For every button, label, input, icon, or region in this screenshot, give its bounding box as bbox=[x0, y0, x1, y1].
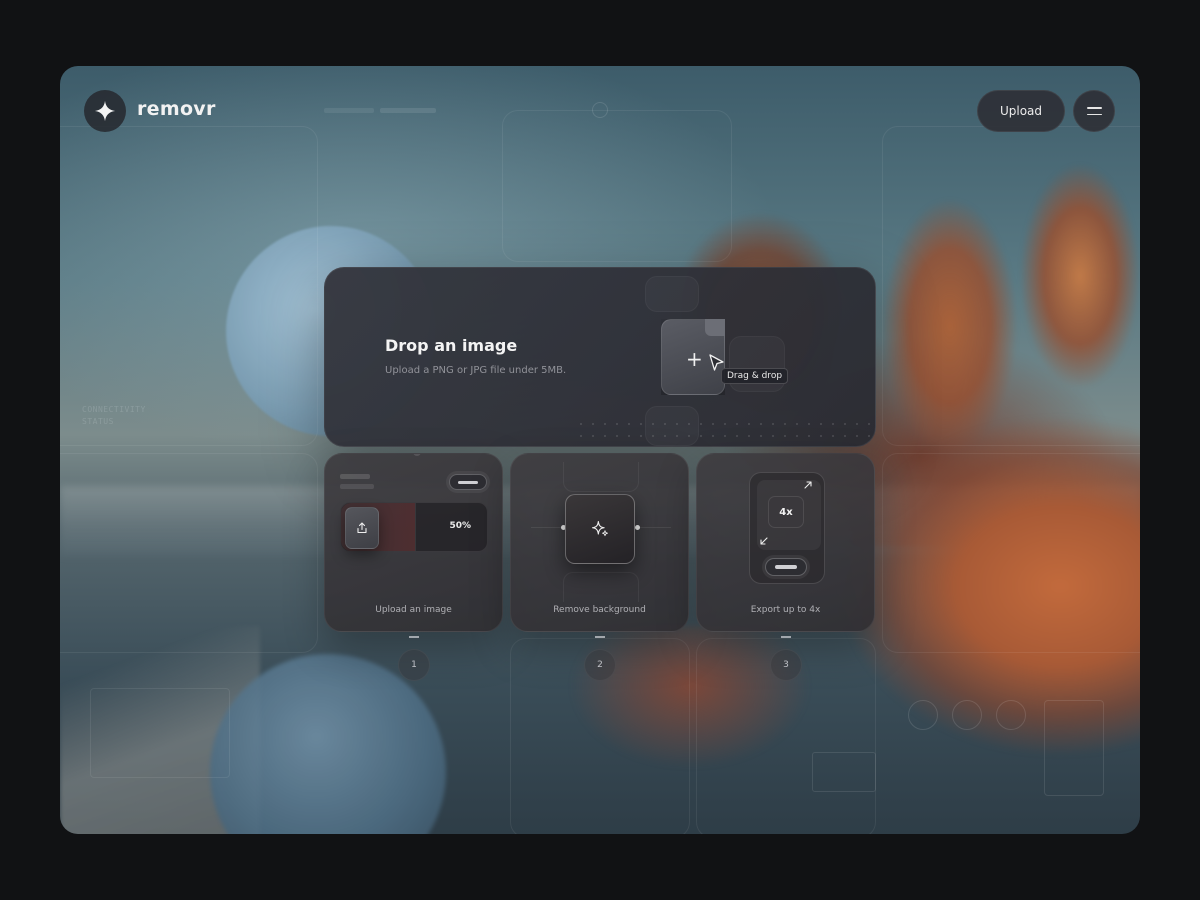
sparkle-icon bbox=[94, 100, 116, 122]
hud-panel bbox=[1044, 700, 1104, 796]
drag-drop-tag: Drag & drop bbox=[721, 368, 789, 384]
export-scale-badge: 4x bbox=[768, 496, 804, 528]
step-label-upload: Upload an image bbox=[375, 605, 452, 615]
step-number-3[interactable]: 3 bbox=[770, 649, 802, 681]
placeholder-bar bbox=[340, 484, 374, 489]
plus-icon: + bbox=[686, 347, 703, 371]
remove-bg-tile[interactable] bbox=[565, 494, 635, 564]
grid-frame bbox=[60, 453, 318, 653]
progress-divider bbox=[415, 503, 416, 551]
hud-status: CONNECTIVITY STATUS bbox=[82, 405, 146, 426]
hud-bar bbox=[324, 108, 374, 113]
step-card-export[interactable]: 4x Export up to 4x bbox=[696, 453, 875, 632]
upload-file-tile[interactable] bbox=[345, 507, 379, 549]
step-label-export: Export up to 4x bbox=[750, 605, 821, 615]
upload-button[interactable]: Upload bbox=[977, 90, 1065, 132]
grid-frame bbox=[882, 453, 1140, 653]
drop-title: Drop an image bbox=[385, 336, 518, 355]
hud-dial bbox=[952, 700, 982, 730]
hud-dial bbox=[908, 700, 938, 730]
step-indicator-dash bbox=[781, 636, 791, 638]
grid-frame bbox=[502, 110, 732, 262]
placeholder-bar bbox=[340, 474, 370, 479]
app-window: CONNECTIVITY STATUS removr Upload Drop a… bbox=[60, 66, 1140, 834]
ghost-tile bbox=[645, 276, 699, 312]
ghost-frame bbox=[563, 572, 639, 602]
hud-circle bbox=[592, 102, 608, 118]
menu-icon bbox=[1086, 107, 1102, 109]
hud-bar bbox=[380, 108, 436, 113]
upload-progress-track: 50% bbox=[340, 502, 488, 552]
logo[interactable] bbox=[84, 90, 126, 132]
handle-dot bbox=[635, 525, 640, 530]
hud-dial bbox=[996, 700, 1026, 730]
step-indicator-dash bbox=[595, 636, 605, 638]
step-number-2[interactable]: 2 bbox=[584, 649, 616, 681]
upload-progress-value: 50% bbox=[449, 521, 471, 531]
menu-button[interactable] bbox=[1073, 90, 1115, 132]
step-number-1[interactable]: 1 bbox=[398, 649, 430, 681]
step-label-remove: Remove background bbox=[553, 605, 646, 615]
grid-frame bbox=[60, 126, 318, 446]
ghost-tile bbox=[645, 406, 699, 446]
ghost-frame bbox=[563, 462, 639, 492]
file-fold bbox=[705, 319, 725, 336]
dot-grid bbox=[575, 418, 875, 446]
toggle-pill[interactable] bbox=[449, 474, 487, 490]
step-indicator-dash bbox=[409, 636, 419, 638]
sparkles-icon bbox=[591, 520, 608, 537]
drop-zone[interactable]: Drop an image Upload a PNG or JPG file u… bbox=[324, 267, 876, 447]
step-card-upload[interactable]: 50% Upload an image bbox=[324, 453, 503, 632]
step-card-remove[interactable]: Remove background bbox=[510, 453, 689, 632]
brand-name: removr bbox=[137, 98, 216, 120]
expand-icon bbox=[804, 481, 812, 489]
share-icon bbox=[357, 522, 367, 534]
collapse-icon bbox=[760, 537, 768, 545]
drop-subtitle: Upload a PNG or JPG file under 5MB. bbox=[385, 365, 567, 376]
hud-panel bbox=[90, 688, 230, 778]
grid-frame bbox=[882, 126, 1140, 446]
export-button[interactable] bbox=[765, 558, 807, 576]
menu-icon bbox=[1086, 113, 1102, 115]
connector-dot bbox=[413, 454, 421, 456]
hud-panel bbox=[812, 752, 876, 792]
